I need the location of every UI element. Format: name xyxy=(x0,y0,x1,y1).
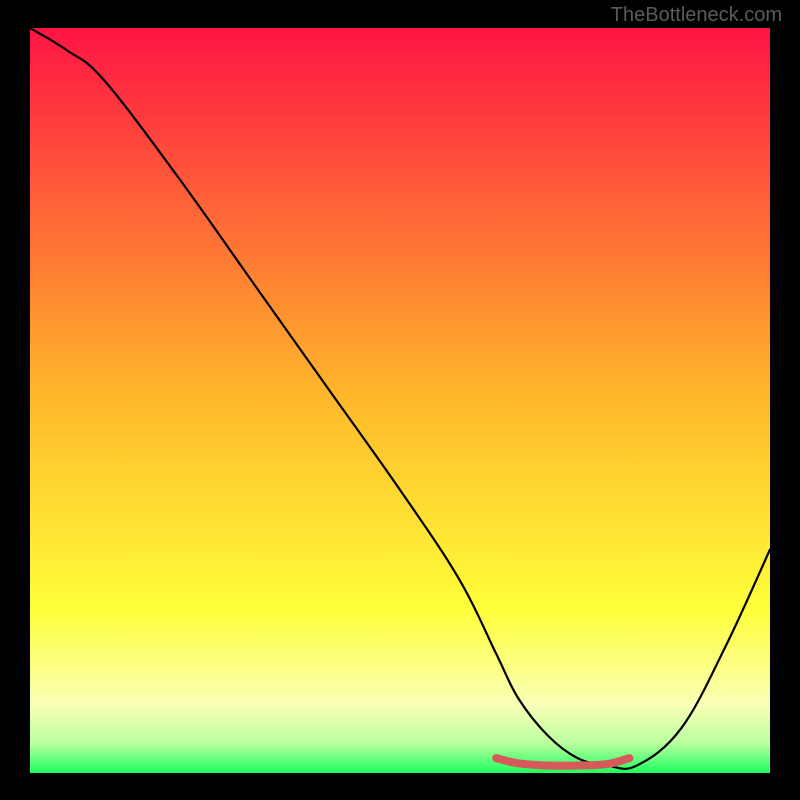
chart-svg xyxy=(30,28,770,773)
chart-plot-area xyxy=(30,28,770,773)
heat-background xyxy=(30,28,770,773)
watermark-text: TheBottleneck.com xyxy=(611,4,782,27)
